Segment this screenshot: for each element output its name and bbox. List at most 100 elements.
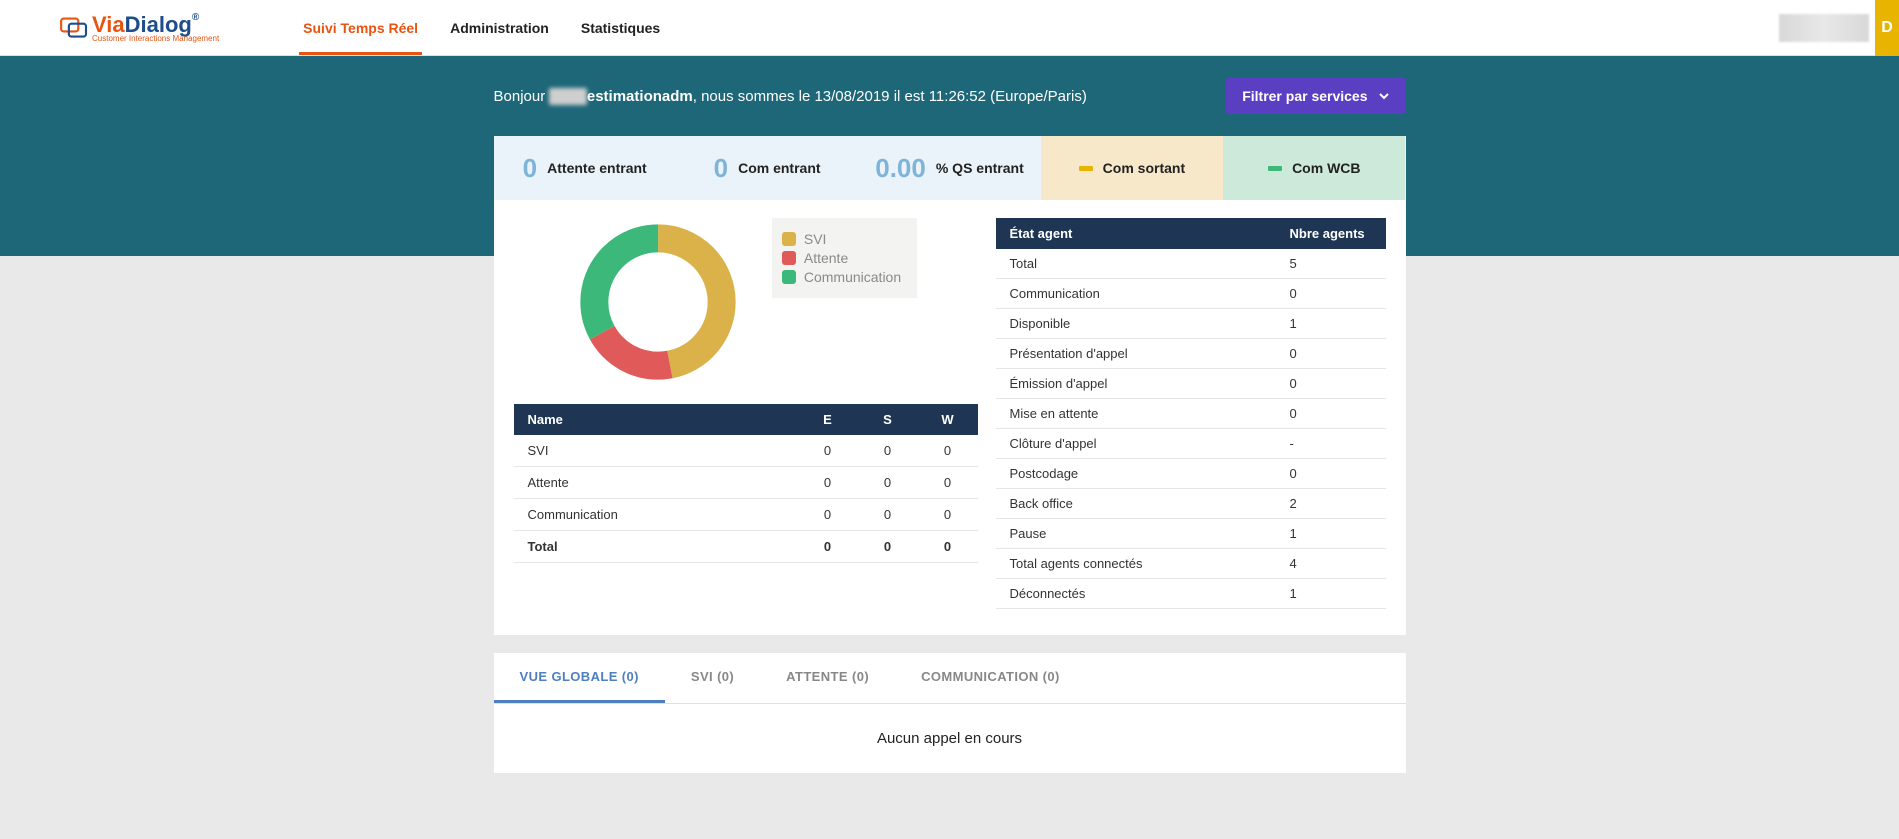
cell-state: Mise en attente (996, 399, 1276, 429)
table-row: Présentation d'appel 0 (996, 339, 1386, 369)
cell-w: 0 (918, 531, 978, 563)
greeting-prefix: Bonjour (494, 88, 550, 105)
kpi-label: Com sortant (1103, 160, 1185, 176)
kpi-value: 0.00 (875, 153, 926, 184)
swatch-icon (782, 270, 796, 284)
col-s: S (858, 404, 918, 435)
swatch-icon (782, 232, 796, 246)
cell-s: 0 (858, 499, 918, 531)
table-row: Total 0 0 0 (514, 531, 978, 563)
col-e: E (798, 404, 858, 435)
nav-stats[interactable]: Statistiques (577, 2, 664, 54)
greeting-obscured: xxxxx (549, 88, 587, 105)
kpi-com-sortant: Com sortant (1041, 136, 1223, 200)
cell-e: 0 (798, 531, 858, 563)
cell-w: 0 (918, 435, 978, 467)
agent-state-table: État agent Nbre agents Total 5Communicat… (996, 218, 1386, 609)
cell-count: 0 (1276, 399, 1386, 429)
col-state: État agent (996, 218, 1276, 249)
cell-s: 0 (858, 435, 918, 467)
user-name-obscured (1779, 14, 1869, 42)
cell-name: Communication (514, 499, 798, 531)
kpi-qs-entrant: 0.00 % QS entrant (858, 136, 1040, 200)
kpi-com-entrant: 0 Com entrant (676, 136, 858, 200)
legend-label: Communication (804, 269, 901, 285)
cell-count: 4 (1276, 549, 1386, 579)
cell-state: Clôture d'appel (996, 429, 1276, 459)
kpi-attente-entrant: 0 Attente entrant (494, 136, 676, 200)
filter-label: Filtrer par services (1242, 88, 1367, 104)
table-row: Émission d'appel 0 (996, 369, 1386, 399)
user-avatar[interactable]: D (1875, 0, 1899, 56)
cell-count: - (1276, 429, 1386, 459)
cell-state: Communication (996, 279, 1276, 309)
main-nav: Suivi Temps Réel Administration Statisti… (299, 2, 664, 54)
table-row: Attente 0 0 0 (514, 467, 978, 499)
main-content: 0 Attente entrant 0 Com entrant 0.00 % Q… (494, 136, 1406, 773)
filter-services-button[interactable]: Filtrer par services (1226, 78, 1405, 114)
kpi-com-wcb: Com WCB (1223, 136, 1405, 200)
table-row: Postcodage 0 (996, 459, 1386, 489)
nav-admin[interactable]: Administration (446, 2, 553, 54)
cell-count: 5 (1276, 249, 1386, 279)
cell-count: 0 (1276, 279, 1386, 309)
chevron-down-icon (1378, 90, 1390, 102)
legend-attente: Attente (782, 250, 901, 266)
tabs-bar: VUE GLOBALE (0) SVI (0) ATTENTE (0) COMM… (494, 653, 1406, 704)
cell-s: 0 (858, 467, 918, 499)
kpi-label: Attente entrant (547, 160, 647, 176)
cell-state: Présentation d'appel (996, 339, 1276, 369)
cell-state: Émission d'appel (996, 369, 1276, 399)
cell-w: 0 (918, 467, 978, 499)
cell-state: Postcodage (996, 459, 1276, 489)
tab-attente[interactable]: ATTENTE (0) (760, 653, 895, 703)
tab-communication[interactable]: COMMUNICATION (0) (895, 653, 1086, 703)
cell-name: Attente (514, 467, 798, 499)
cell-count: 0 (1276, 459, 1386, 489)
kpi-value: 0 (523, 153, 537, 184)
cell-count: 2 (1276, 489, 1386, 519)
cell-count: 1 (1276, 309, 1386, 339)
cell-count: 0 (1276, 339, 1386, 369)
cell-e: 0 (798, 435, 858, 467)
nav-realtime[interactable]: Suivi Temps Réel (299, 2, 422, 54)
user-area[interactable]: D (1779, 0, 1899, 56)
donut-chart (574, 218, 742, 386)
legend-communication: Communication (782, 269, 901, 285)
cell-count: 0 (1276, 369, 1386, 399)
bar-icon (1079, 166, 1093, 171)
tab-content-empty: Aucun appel en cours (494, 704, 1406, 773)
cell-state: Total agents connectés (996, 549, 1276, 579)
topbar: ViaDialog® Customer Interactions Managem… (0, 0, 1899, 56)
table-row: Déconnectés 1 (996, 579, 1386, 609)
kpi-label: Com WCB (1292, 160, 1360, 176)
kpi-label: % QS entrant (936, 160, 1024, 176)
logo[interactable]: ViaDialog® Customer Interactions Managem… (60, 12, 219, 43)
cell-state: Disponible (996, 309, 1276, 339)
cell-state: Pause (996, 519, 1276, 549)
tab-svi[interactable]: SVI (0) (665, 653, 760, 703)
logo-subtitle: Customer Interactions Management (92, 34, 219, 43)
table-row: Communication 0 0 0 (514, 499, 978, 531)
cell-e: 0 (798, 499, 858, 531)
table-row: Total 5 (996, 249, 1386, 279)
logo-reg: ® (192, 12, 199, 23)
tab-global[interactable]: VUE GLOBALE (0) (494, 653, 665, 703)
cell-count: 1 (1276, 519, 1386, 549)
cell-state: Déconnectés (996, 579, 1276, 609)
cell-name: SVI (514, 435, 798, 467)
legend-svi: SVI (782, 231, 901, 247)
table-row: Total agents connectés 4 (996, 549, 1386, 579)
cell-count: 1 (1276, 579, 1386, 609)
col-name: Name (514, 404, 798, 435)
table-row: Clôture d'appel - (996, 429, 1386, 459)
col-count: Nbre agents (1276, 218, 1386, 249)
table-row: Back office 2 (996, 489, 1386, 519)
call-table: Name E S W SVI 0 0 0Attente 0 0 0Communi… (514, 404, 978, 563)
cell-e: 0 (798, 467, 858, 499)
greeting: Bonjour xxxxxestimationadm, nous sommes … (494, 88, 1087, 105)
greeting-rest: , nous sommes le 13/08/2019 il est 11:26… (693, 88, 1087, 105)
chart-legend: SVI Attente Communication (772, 218, 917, 298)
kpi-row: 0 Attente entrant 0 Com entrant 0.00 % Q… (494, 136, 1406, 200)
kpi-value: 0 (714, 153, 728, 184)
